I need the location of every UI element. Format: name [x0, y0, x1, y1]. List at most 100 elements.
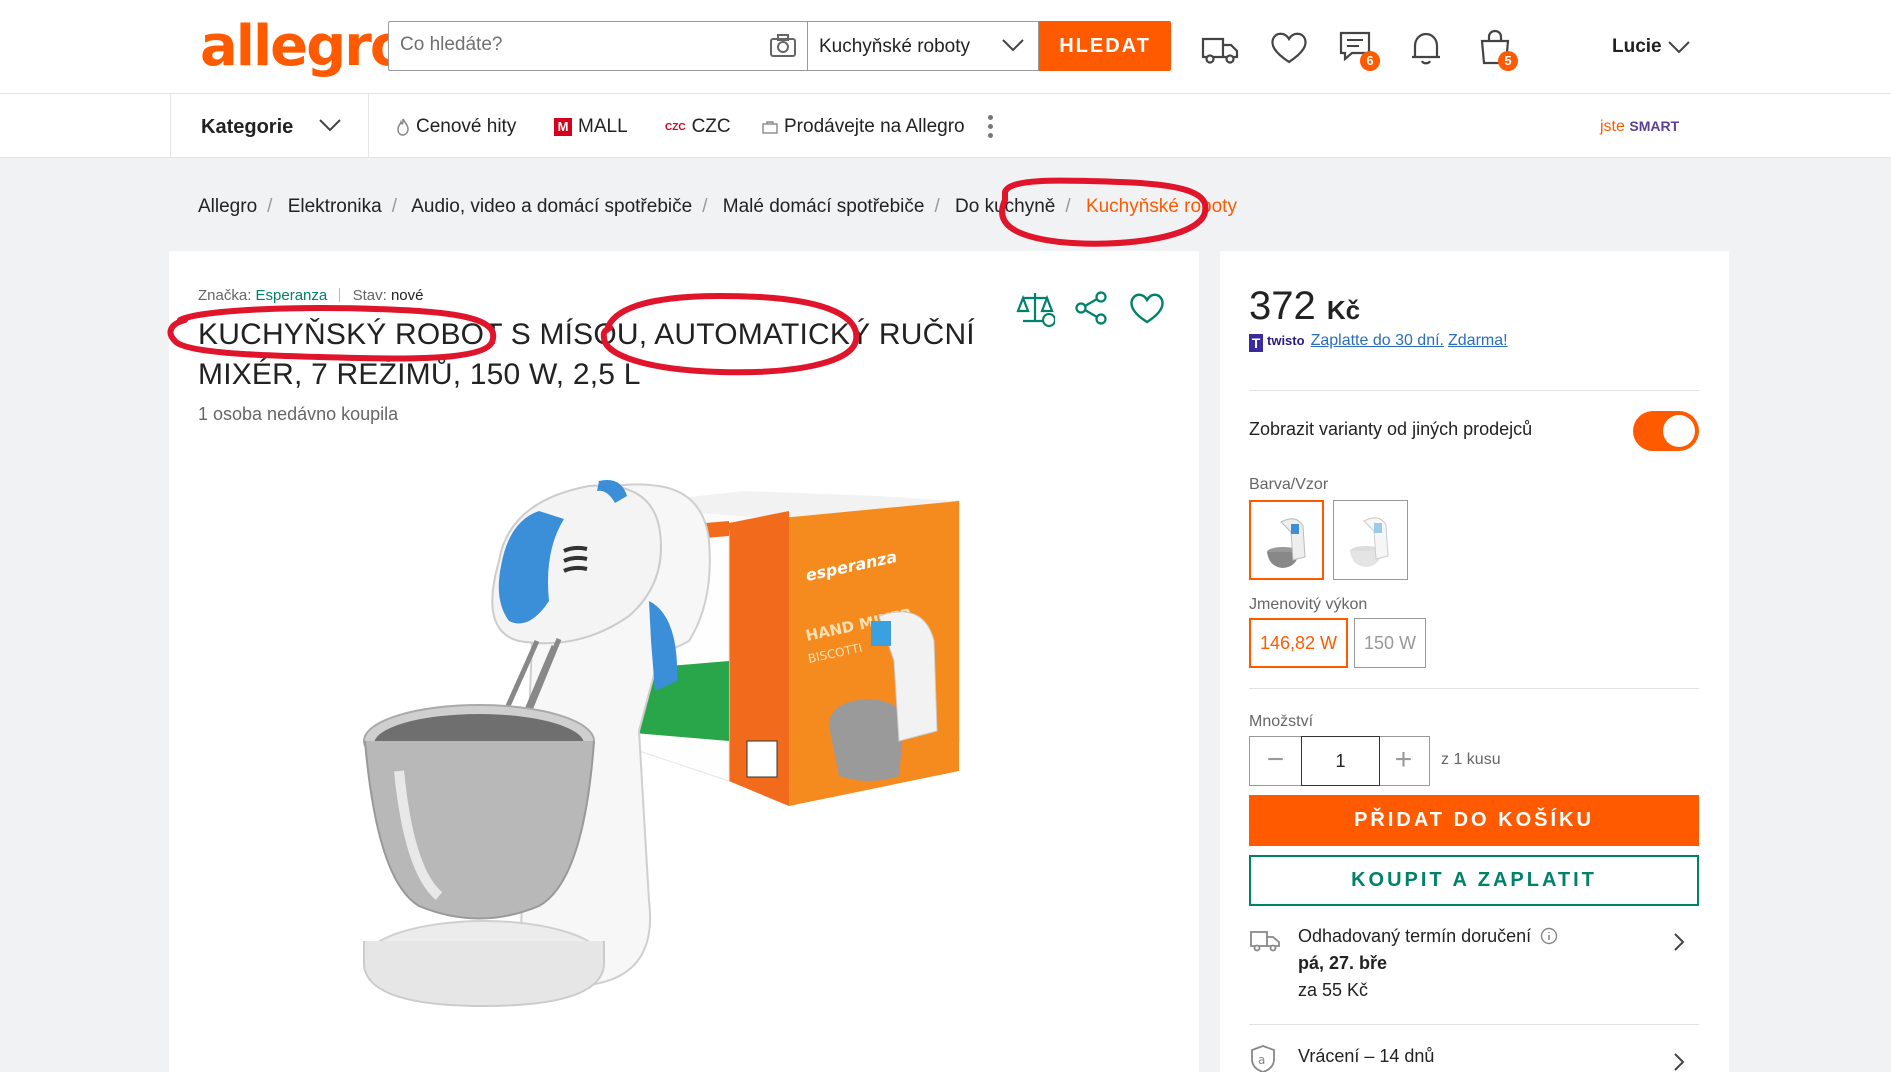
price: 372 Kč	[1249, 284, 1360, 329]
chevron-down-icon	[319, 119, 341, 132]
cart-badge: 5	[1498, 51, 1518, 71]
smart-prefix: jste	[1600, 118, 1625, 135]
categories-label: Kategorie	[201, 116, 294, 138]
search-button[interactable]: HLEDAT	[1039, 21, 1171, 71]
quantity-increase-button[interactable]: +	[1378, 737, 1429, 785]
quantity-decrease-button[interactable]: −	[1250, 737, 1301, 785]
brand-link[interactable]: Esperanza	[256, 287, 328, 304]
variant-thumbnail	[1350, 517, 1389, 567]
delivery-truck-icon[interactable]	[1199, 27, 1241, 69]
breadcrumb-item[interactable]: Do kuchyně	[955, 196, 1055, 217]
nav-item-label: CZC	[691, 116, 731, 137]
price-currency: Kč	[1326, 295, 1361, 325]
condition-label: Stav:	[352, 287, 387, 304]
buy-panel: 372 Kč Ttwisto Zaplatte do 30 dní. Zdarma!…	[1220, 251, 1729, 1072]
twisto-logo-icon: T	[1249, 334, 1263, 352]
twisto-free-link[interactable]: Zdarma!	[1448, 332, 1508, 349]
chevron-right-icon	[1674, 1053, 1685, 1071]
cart-button[interactable]: 5	[1474, 27, 1518, 71]
quantity-available: z 1 kusu	[1441, 751, 1501, 768]
category-select[interactable]: Kuchyňské roboty	[807, 21, 1039, 71]
delivery-date: pá, 27. bře	[1298, 953, 1388, 973]
product-meta: Značka: Esperanza Stav: nové	[198, 287, 423, 304]
briefcase-icon	[762, 121, 778, 134]
quantity-input[interactable]: 1	[1301, 736, 1380, 786]
nav-item-label: MALL	[578, 116, 628, 137]
breadcrumb-item[interactable]: Audio, video a domácí spotřebiče	[411, 196, 692, 217]
breadcrumb-item[interactable]: Malé domácí spotřebiče	[723, 196, 925, 217]
top-header: allegro Kuchyňské roboty HLEDAT 6 5	[0, 0, 1891, 94]
more-menu-icon[interactable]	[985, 113, 995, 141]
power-option[interactable]: 150 W	[1354, 618, 1427, 668]
nav-item-cenove-hity[interactable]: Cenové hity	[396, 116, 516, 138]
delivery-truck-icon	[1250, 931, 1280, 952]
delivery-price: za 55 Kč	[1298, 980, 1369, 1000]
nav-item-mall[interactable]: M MALL	[554, 116, 628, 138]
price-value: 372	[1249, 284, 1316, 328]
recent-buyers: 1 osoba nedávno koupila	[198, 404, 399, 424]
categories-menu[interactable]: Kategorie	[170, 94, 369, 158]
twisto-info: Ttwisto Zaplatte do 30 dní. Zdarma!	[1249, 332, 1512, 352]
nav-item-label: Cenové hity	[416, 116, 517, 137]
divider	[1249, 390, 1699, 391]
flame-icon	[397, 118, 409, 136]
condition-value: nové	[390, 287, 424, 304]
nav-item-prodavejte[interactable]: Prodávejte na Allegro	[762, 116, 965, 138]
buy-now-button[interactable]: KOUPIT A ZAPLATIT	[1249, 855, 1699, 906]
twisto-name: twisto	[1267, 333, 1305, 348]
color-variant-1[interactable]	[1249, 500, 1324, 580]
color-variant-2[interactable]	[1333, 500, 1408, 580]
smart-brand: SMART	[1629, 118, 1680, 134]
czc-logo-icon: CZC	[665, 122, 686, 133]
breadcrumb-item[interactable]: Elektronika	[288, 196, 382, 217]
chevron-down-icon	[1668, 41, 1690, 54]
divider	[1249, 688, 1699, 689]
share-icon[interactable]	[1071, 288, 1111, 328]
returns-info[interactable]: a Vrácení – 14 dnů	[1249, 1045, 1699, 1072]
chevron-right-icon	[1674, 933, 1685, 951]
user-menu[interactable]: Lucie	[1612, 36, 1690, 58]
product-image[interactable]: esperanza HAND MIXER BISCOTTI	[359, 441, 1009, 1061]
twisto-pay-link[interactable]: Zaplatte do 30 dní.	[1311, 332, 1444, 349]
messages-badge: 6	[1360, 51, 1380, 71]
product-panel: Značka: Esperanza Stav: nové KUCHYŇSKÝ R…	[169, 251, 1199, 1072]
breadcrumb-current[interactable]: Kuchyňské roboty	[1086, 196, 1237, 217]
variants-toggle-label: Zobrazit varianty od jiných prodejců	[1249, 419, 1533, 439]
power-option-selected[interactable]: 146,82 W	[1249, 618, 1349, 668]
variant-thumbnail	[1267, 518, 1306, 568]
chevron-down-icon	[1002, 39, 1024, 52]
color-label: Barva/Vzor	[1249, 476, 1329, 493]
quantity-label: Množství	[1249, 713, 1314, 730]
user-name: Lucie	[1612, 36, 1662, 57]
svg-text:a: a	[1258, 1053, 1265, 1067]
divider	[1249, 1024, 1699, 1025]
quantity-stepper: − 1 +	[1249, 736, 1430, 786]
compare-scales-icon[interactable]	[1015, 288, 1055, 328]
nav-item-label: Prodávejte na Allegro	[784, 116, 965, 137]
add-to-cart-button[interactable]: PŘIDAT DO KOŠÍKU	[1249, 795, 1699, 846]
search-input[interactable]	[389, 22, 729, 68]
messages-button[interactable]: 6	[1336, 27, 1380, 71]
shield-icon: a	[1251, 1045, 1275, 1072]
returns-label: Vrácení – 14 dnů	[1298, 1046, 1435, 1066]
info-icon[interactable]	[1540, 927, 1558, 945]
mall-logo-icon: M	[554, 118, 572, 136]
smart-badge[interactable]: jste SMART	[1600, 118, 1679, 136]
breadcrumb: Allegro / Elektronika / Audio, video a dom…	[198, 196, 1237, 217]
delivery-label: Odhadovaný termín doručení	[1298, 926, 1558, 947]
product-title: KUCHYŇSKÝ ROBOT S MÍSOU, AUTOMATICKÝ RUČ…	[198, 318, 975, 391]
nav-bar: Kategorie Cenové hity M MALL CZC CZC Prodá…	[0, 94, 1891, 158]
product-actions	[1015, 288, 1175, 328]
power-label: Jmenovitý výkon	[1249, 596, 1368, 613]
favorite-heart-icon[interactable]	[1127, 288, 1167, 328]
bell-icon[interactable]	[1405, 27, 1447, 69]
camera-icon[interactable]	[769, 34, 797, 58]
delivery-info[interactable]: Odhadovaný termín doručení pá, 27. bře z…	[1249, 926, 1699, 1016]
nav-item-czc[interactable]: CZC CZC	[665, 116, 731, 138]
brand-label: Značka:	[198, 287, 252, 304]
variants-toggle[interactable]	[1633, 411, 1699, 451]
breadcrumb-item[interactable]: Allegro	[198, 196, 257, 217]
category-select-value: Kuchyňské roboty	[819, 36, 971, 57]
heart-icon[interactable]	[1268, 27, 1310, 69]
allegro-logo[interactable]: allegro	[200, 14, 408, 79]
